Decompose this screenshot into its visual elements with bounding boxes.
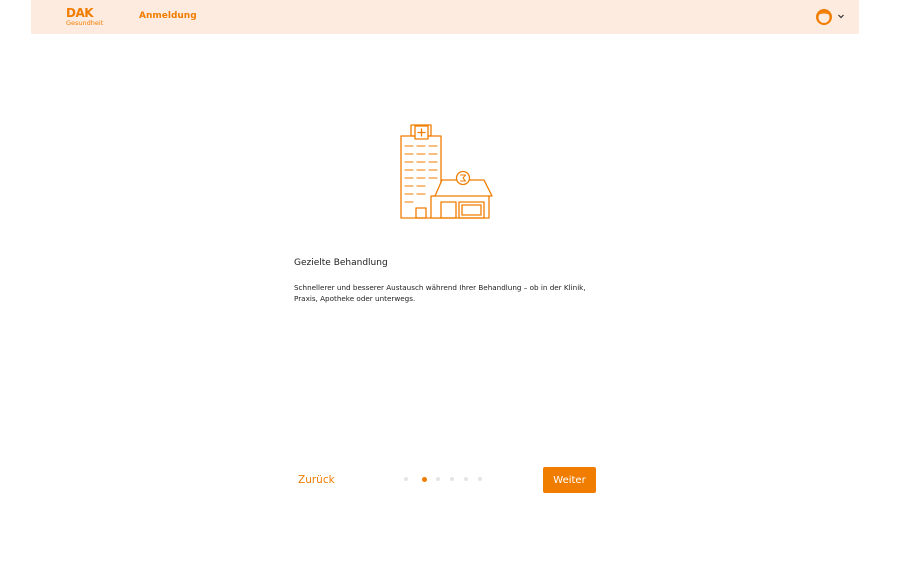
- chevron-down-icon[interactable]: [837, 11, 845, 21]
- logo-subtext: Gesundheit: [66, 19, 104, 27]
- top-header: DAK Gesundheit Anmeldung: [31, 0, 859, 34]
- pagination-dot-2[interactable]: [422, 476, 427, 482]
- slide-description: Schnellerer und besserer Austausch währe…: [294, 283, 586, 303]
- pagination-dot-6[interactable]: [478, 477, 482, 481]
- back-button[interactable]: Zurück: [298, 470, 348, 490]
- user-avatar-icon[interactable]: [815, 8, 833, 26]
- next-button[interactable]: Weiter: [543, 467, 596, 493]
- slide-heading: Gezielte Behandlung: [294, 258, 388, 268]
- dak-logo[interactable]: DAK Gesundheit: [66, 6, 104, 29]
- pagination-dots: [404, 476, 486, 483]
- pagination-dot-4[interactable]: [450, 477, 454, 481]
- hospital-pharmacy-icon: [397, 122, 495, 226]
- pagination-dot-3[interactable]: [436, 477, 440, 481]
- pagination-dot-1[interactable]: [404, 477, 408, 481]
- pagination-dot-5[interactable]: [464, 477, 468, 481]
- page-title: Anmeldung: [139, 11, 197, 21]
- logo-text: DAK: [66, 6, 94, 20]
